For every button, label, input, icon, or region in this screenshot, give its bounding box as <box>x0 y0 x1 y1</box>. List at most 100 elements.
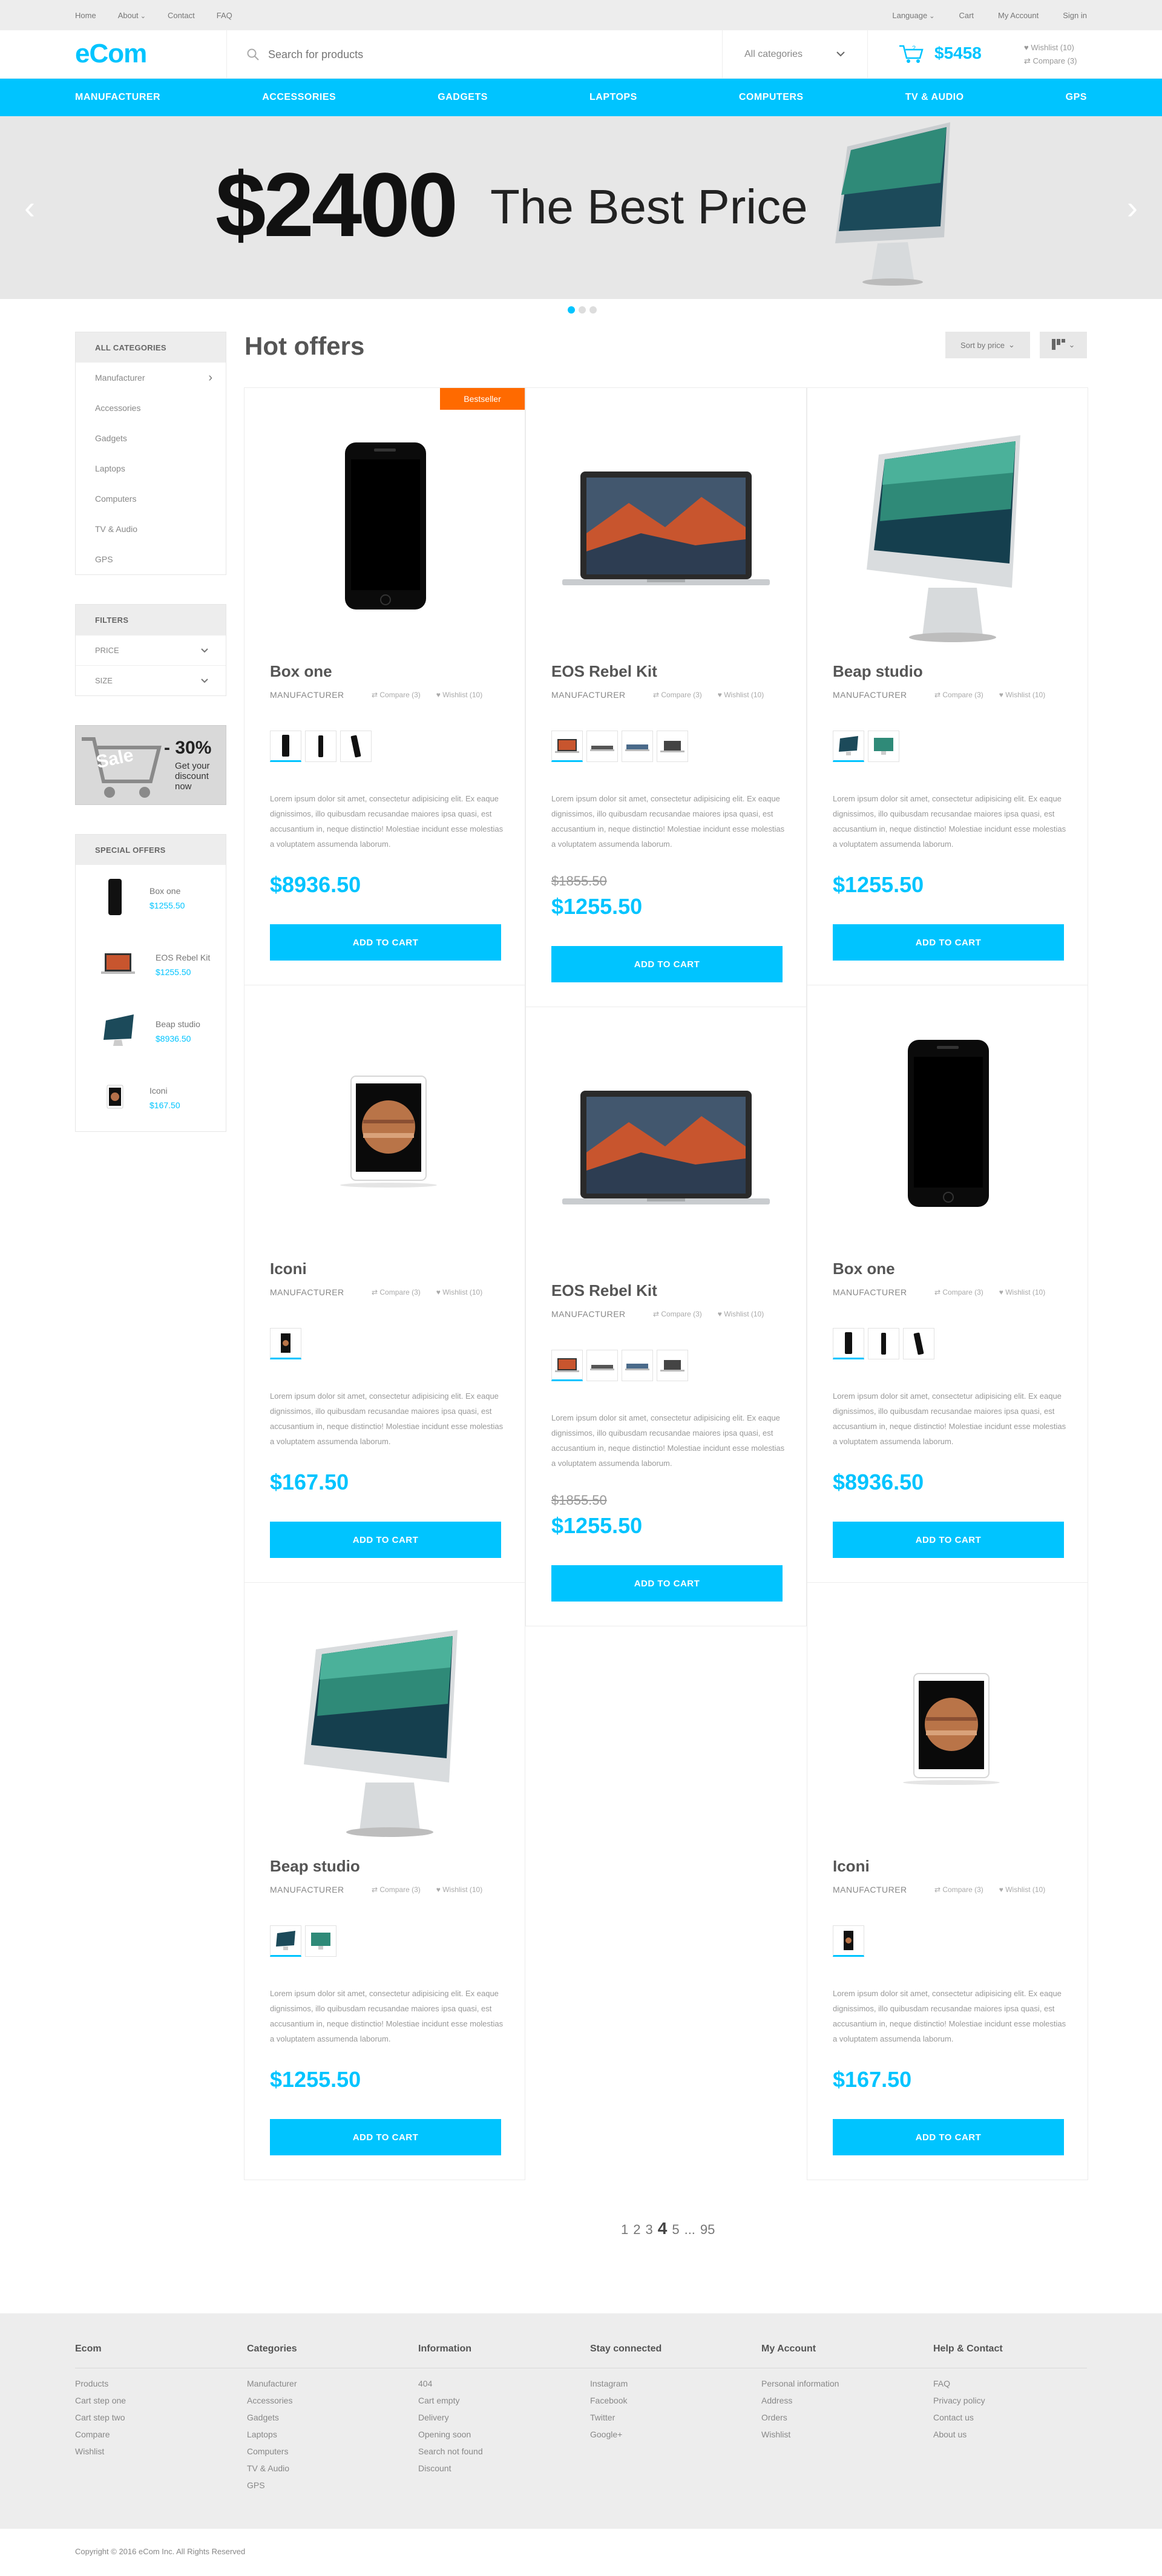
top-link-account[interactable]: My Account <box>998 11 1039 20</box>
filter-size[interactable]: SIZE <box>76 665 226 695</box>
footer-link[interactable]: Facebook <box>590 2396 661 2413</box>
product-image[interactable] <box>807 1583 1088 1849</box>
product-thumbnail[interactable] <box>270 1925 301 1957</box>
product-thumbnail[interactable] <box>305 731 336 762</box>
product-card[interactable]: Box one MANUFACTURER ⇄ Compare (3) ♥ Wishli… <box>807 985 1088 1583</box>
product-name[interactable]: Iconi <box>833 1857 870 1876</box>
footer-link[interactable]: TV & Audio <box>247 2463 297 2480</box>
footer-link[interactable]: Manufacturer <box>247 2379 297 2396</box>
product-name[interactable]: EOS Rebel Kit <box>551 662 657 681</box>
footer-link[interactable]: Cart step two <box>75 2413 126 2430</box>
page-link[interactable]: 3 <box>646 2222 653 2238</box>
footer-link[interactable]: FAQ <box>933 2379 1003 2396</box>
wishlist-button[interactable]: ♥ Wishlist (10) <box>999 691 1045 699</box>
product-card[interactable]: EOS Rebel Kit MANUFACTURER ⇄ Compare (3) ♥ … <box>525 387 807 1007</box>
product-thumbnail[interactable] <box>868 731 899 762</box>
sidebar-item-laptops[interactable]: Laptops <box>76 453 226 484</box>
nav-item-gadgets[interactable]: GADGETS <box>438 92 488 103</box>
footer-link[interactable]: Cart empty <box>418 2396 483 2413</box>
product-thumbnail[interactable] <box>833 731 864 762</box>
product-thumbnail[interactable] <box>586 731 618 762</box>
footer-link[interactable]: Search not found <box>418 2446 483 2463</box>
footer-link[interactable]: Wishlist <box>75 2446 126 2463</box>
footer-link[interactable]: Privacy policy <box>933 2396 1003 2413</box>
compare-button[interactable]: ⇄ Compare (3) <box>934 1885 983 1894</box>
product-image[interactable] <box>526 388 806 654</box>
footer-link[interactable]: 404 <box>418 2379 483 2396</box>
product-thumbnail[interactable] <box>903 1328 934 1359</box>
sidebar-item-gadgets[interactable]: Gadgets <box>76 423 226 453</box>
top-link-contact[interactable]: Contact <box>168 11 195 20</box>
nav-item-laptops[interactable]: LAPTOPS <box>589 92 637 103</box>
wishlist-link[interactable]: ♥ Wishlist (10) <box>1024 41 1077 54</box>
sidebar-item-manufacturer[interactable]: Manufacturer › <box>76 363 226 393</box>
filter-price[interactable]: PRICE <box>76 635 226 665</box>
view-toggle[interactable]: ⌄ <box>1040 332 1087 358</box>
product-thumbnail[interactable] <box>657 1350 688 1381</box>
compare-link[interactable]: ⇄ Compare (3) <box>1024 54 1077 68</box>
footer-link[interactable]: Discount <box>418 2463 483 2480</box>
footer-link[interactable]: Gadgets <box>247 2413 297 2430</box>
product-card[interactable]: Iconi MANUFACTURER ⇄ Compare (3) ♥ Wishlist… <box>244 985 525 1583</box>
footer-link[interactable]: Accessories <box>247 2396 297 2413</box>
product-name[interactable]: Box one <box>270 662 332 681</box>
wishlist-button[interactable]: ♥ Wishlist (10) <box>436 1885 482 1894</box>
product-thumbnail[interactable] <box>551 1350 583 1381</box>
product-image[interactable] <box>245 985 525 1252</box>
compare-button[interactable]: ⇄ Compare (3) <box>372 1288 421 1296</box>
wishlist-button[interactable]: ♥ Wishlist (10) <box>436 1288 482 1296</box>
sort-select[interactable]: Sort by price ⌄ <box>945 332 1030 358</box>
footer-link[interactable]: GPS <box>247 2480 297 2497</box>
add-to-cart-button[interactable]: ADD TO CART <box>833 924 1064 961</box>
footer-link[interactable]: Computers <box>247 2446 297 2463</box>
wishlist-button[interactable]: ♥ Wishlist (10) <box>999 1885 1045 1894</box>
product-card[interactable]: Bestseller Box one MANUFACTURER ⇄ Compare (… <box>244 387 525 985</box>
footer-link[interactable]: Cart step one <box>75 2396 126 2413</box>
compare-button[interactable]: ⇄ Compare (3) <box>653 1310 702 1318</box>
add-to-cart-button[interactable]: ADD TO CART <box>270 1522 501 1558</box>
category-select[interactable]: All categories <box>723 30 868 79</box>
footer-link[interactable]: Laptops <box>247 2430 297 2446</box>
wishlist-button[interactable]: ♥ Wishlist (10) <box>718 1310 764 1318</box>
wishlist-button[interactable]: ♥ Wishlist (10) <box>999 1288 1045 1296</box>
sale-banner[interactable]: Sale - 30% Get your discount now <box>75 725 226 805</box>
offer-item[interactable]: Beap studio $8936.50 <box>76 998 226 1065</box>
nav-item-accessories[interactable]: ACCESSORIES <box>262 92 336 103</box>
top-link-cart[interactable]: Cart <box>959 11 974 20</box>
footer-link[interactable]: Wishlist <box>761 2430 839 2446</box>
product-thumbnail[interactable] <box>622 731 653 762</box>
product-image[interactable] <box>526 1007 806 1273</box>
footer-link[interactable]: Opening soon <box>418 2430 483 2446</box>
product-image[interactable] <box>807 388 1088 654</box>
wishlist-button[interactable]: ♥ Wishlist (10) <box>436 691 482 699</box>
compare-button[interactable]: ⇄ Compare (3) <box>372 1885 421 1894</box>
offer-item[interactable]: Box one $1255.50 <box>76 865 226 932</box>
offer-item[interactable]: EOS Rebel Kit $1255.50 <box>76 932 226 998</box>
product-name[interactable]: Beap studio <box>270 1857 360 1876</box>
sidebar-item-computers[interactable]: Computers <box>76 484 226 514</box>
cart-widget[interactable]: 2 $5458 <box>898 42 982 64</box>
add-to-cart-button[interactable]: ADD TO CART <box>833 2119 1064 2155</box>
product-image[interactable] <box>245 1583 525 1849</box>
footer-link[interactable]: Twitter <box>590 2413 661 2430</box>
page-link[interactable]: 2 <box>633 2222 640 2238</box>
product-thumbnail[interactable] <box>340 731 372 762</box>
wishlist-button[interactable]: ♥ Wishlist (10) <box>718 691 764 699</box>
compare-button[interactable]: ⇄ Compare (3) <box>653 691 702 699</box>
footer-link[interactable]: Contact us <box>933 2413 1003 2430</box>
product-card[interactable]: Beap studio MANUFACTURER ⇄ Compare (3) ♥ Wi… <box>807 387 1088 985</box>
top-link-faq[interactable]: FAQ <box>217 11 232 20</box>
product-name[interactable]: EOS Rebel Kit <box>551 1281 657 1300</box>
footer-link[interactable]: About us <box>933 2430 1003 2446</box>
compare-button[interactable]: ⇄ Compare (3) <box>934 691 983 699</box>
product-thumbnail[interactable] <box>657 731 688 762</box>
search-input[interactable] <box>268 48 631 61</box>
nav-item-tv-audio[interactable]: TV & AUDIO <box>905 92 964 103</box>
search-icon[interactable] <box>246 48 260 61</box>
footer-link[interactable]: Compare <box>75 2430 126 2446</box>
footer-link[interactable]: Delivery <box>418 2413 483 2430</box>
top-link-home[interactable]: Home <box>75 11 96 20</box>
product-thumbnail[interactable] <box>868 1328 899 1359</box>
product-thumbnail[interactable] <box>586 1350 618 1381</box>
sidebar-item-tv-audio[interactable]: TV & Audio <box>76 514 226 544</box>
